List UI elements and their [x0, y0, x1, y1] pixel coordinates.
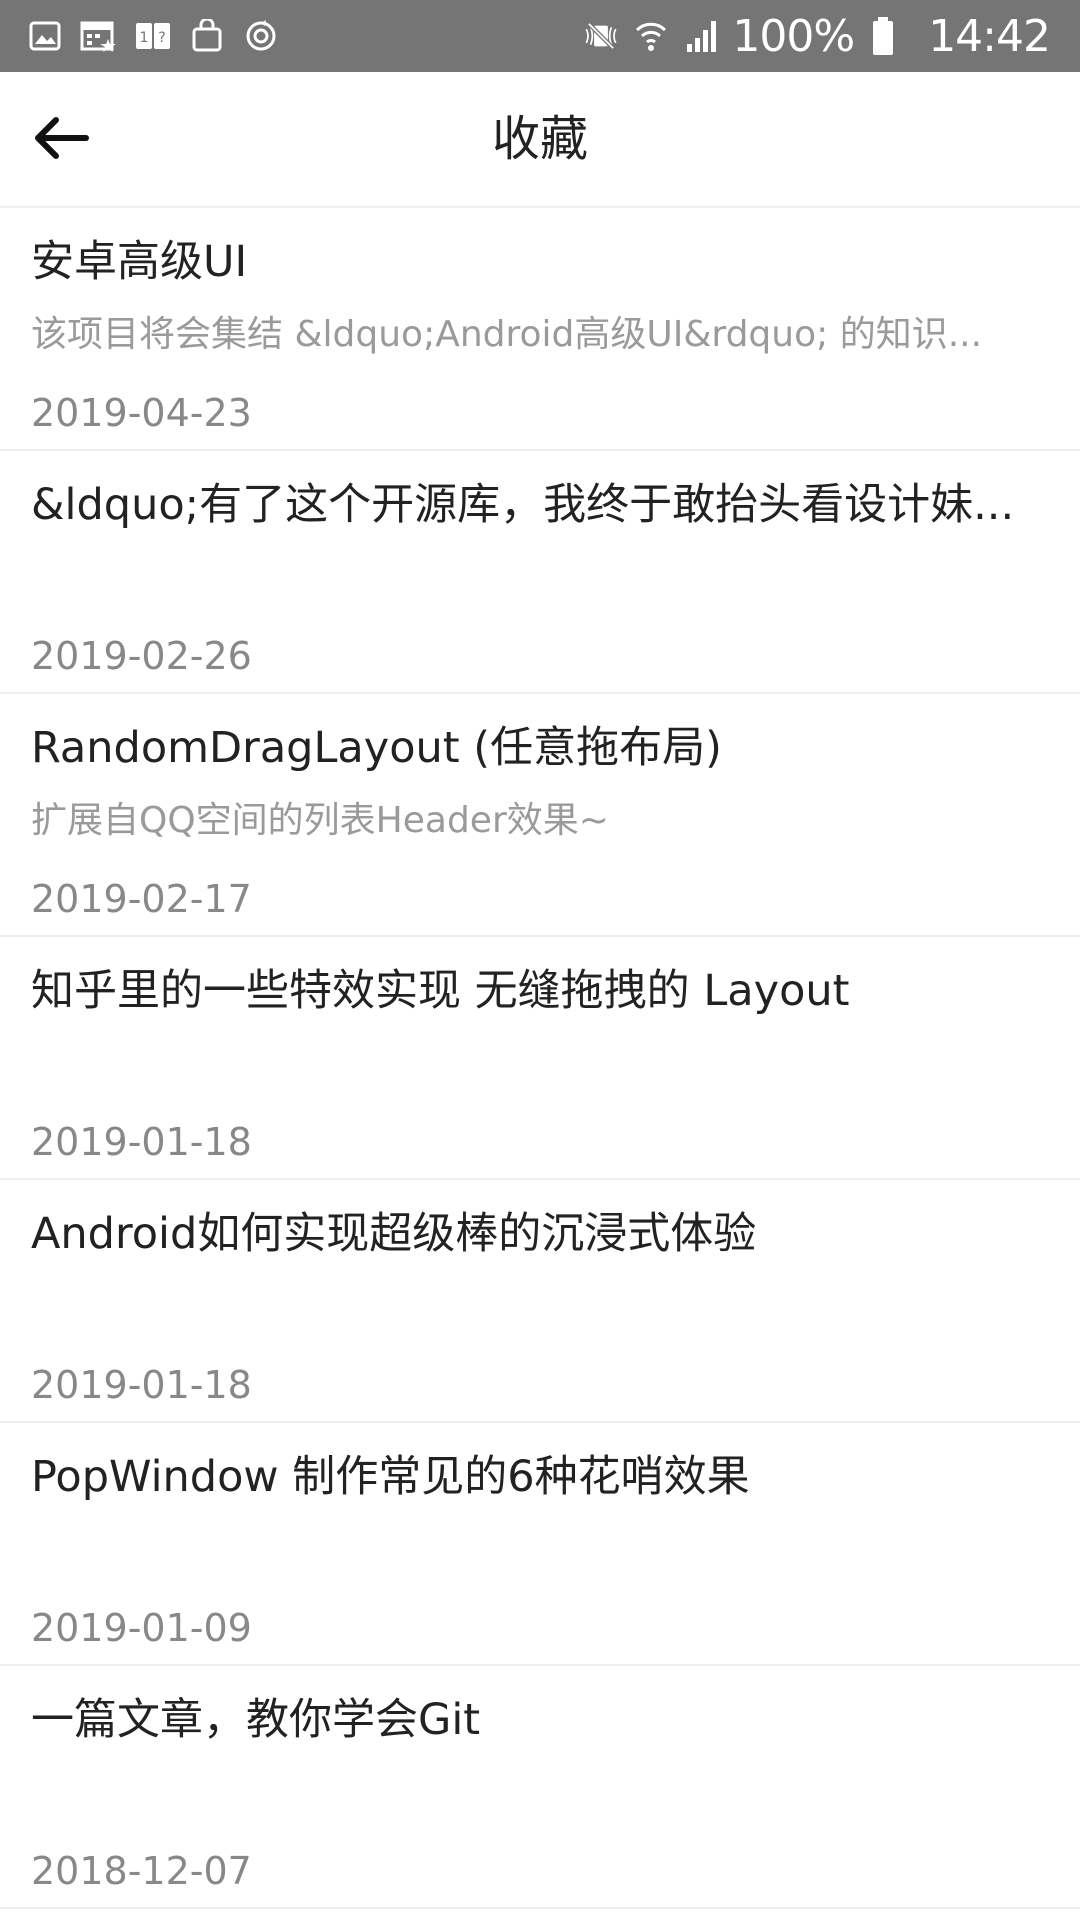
item-title: Android如何实现超级棒的沉浸式体验 — [31, 1209, 757, 1259]
item-date: 2019-01-09 — [31, 1606, 252, 1650]
svg-text:1: 1 — [140, 30, 149, 46]
item-title: PopWindow 制作常见的6种花哨效果 — [31, 1452, 750, 1502]
status-time: 14:42 — [928, 10, 1051, 62]
wifi-icon — [632, 17, 670, 55]
status-left-icons: 1? — [26, 14, 296, 58]
app-bar: 收藏 — [0, 72, 1080, 208]
item-description: 扩展自QQ空间的列表Header效果~ — [31, 800, 609, 841]
item-title: RandomDragLayout (任意拖布局) — [31, 723, 722, 773]
list-item[interactable]: Android如何实现超级棒的沉浸式体验 2019-01-18 — [0, 1180, 1080, 1423]
list-item[interactable]: &ldquo;有了这个开源库，我终于敢抬头看设计妹... 2019-02-26 — [0, 451, 1080, 694]
item-title: 安卓高级UI — [31, 237, 248, 287]
item-title: 一篇文章，教你学会Git — [31, 1695, 481, 1745]
shopping-bag-icon — [188, 17, 226, 55]
status-right-icons: 100% 14:42 — [582, 10, 1051, 62]
list-item[interactable]: 一篇文章，教你学会Git 2018-12-07 — [0, 1666, 1080, 1909]
item-description: 该项目将会集结 &ldquo;Android高级UI&rdquo; 的知识... — [31, 314, 983, 355]
mute-vibrate-icon — [582, 17, 620, 55]
sim-card-icon: 1? — [134, 17, 172, 55]
svg-text:?: ? — [158, 30, 165, 46]
signal-icon — [682, 17, 720, 55]
sync-icon — [242, 17, 280, 55]
list-item[interactable]: PopWindow 制作常见的6种花哨效果 2019-01-09 — [0, 1423, 1080, 1666]
item-title: &ldquo;有了这个开源库，我终于敢抬头看设计妹... — [31, 480, 1015, 530]
calendar-icon — [80, 17, 118, 55]
list-item[interactable]: 安卓高级UI 该项目将会集结 &ldquo;Android高级UI&rdquo;… — [0, 208, 1080, 451]
favorites-list: 安卓高级UI 该项目将会集结 &ldquo;Android高级UI&rdquo;… — [0, 208, 1080, 1909]
item-date: 2018-12-07 — [31, 1849, 252, 1893]
status-bar: 1? 100% 14:42 — [0, 0, 1080, 72]
battery-percent: 100% — [732, 10, 855, 62]
item-date: 2019-02-17 — [31, 877, 252, 921]
gallery-icon — [26, 17, 64, 55]
item-date: 2019-01-18 — [31, 1363, 252, 1407]
battery-icon — [864, 17, 902, 55]
item-date: 2019-04-23 — [31, 391, 252, 435]
page-title: 收藏 — [491, 111, 588, 167]
list-item[interactable]: 知乎里的一些特效实现 无缝拖拽的 Layout 2019-01-18 — [0, 937, 1080, 1180]
item-date: 2019-02-26 — [31, 634, 252, 678]
item-date: 2019-01-18 — [31, 1120, 252, 1164]
item-title: 知乎里的一些特效实现 无缝拖拽的 Layout — [31, 966, 850, 1016]
list-item[interactable]: RandomDragLayout (任意拖布局) 扩展自QQ空间的列表Heade… — [0, 694, 1080, 937]
